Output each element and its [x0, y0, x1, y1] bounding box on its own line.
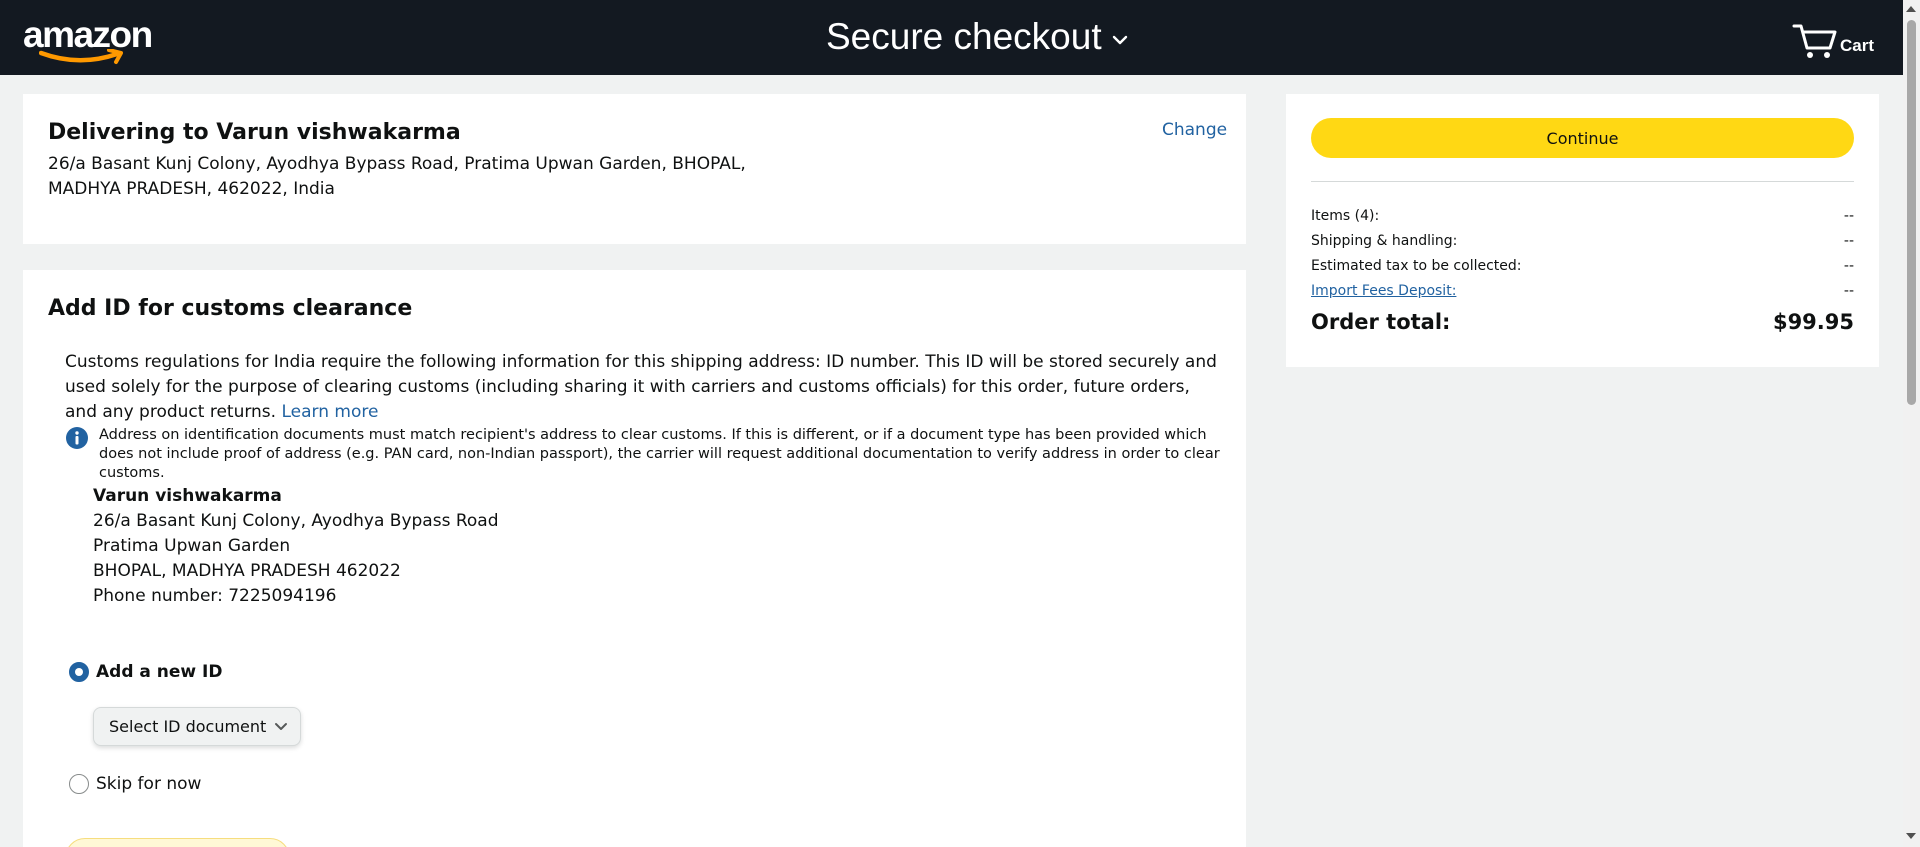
chevron-down-icon — [1112, 35, 1127, 45]
secure-checkout-dropdown[interactable]: Secure checkout — [826, 13, 1128, 61]
summary-divider — [1311, 181, 1854, 182]
summary-value: -- — [1843, 208, 1854, 224]
recipient-phone: Phone number: 7225094196 — [93, 586, 337, 606]
use-this-id-button[interactable] — [65, 838, 290, 847]
recipient-line3: BHOPAL, MADHYA PRADESH 462022 — [93, 561, 401, 581]
delivery-address: 26/a Basant Kunj Colony, Ayodhya Bypass … — [48, 154, 746, 199]
order-summary-card: Continue Items (4): -- Shipping & handli… — [1286, 94, 1879, 367]
cart-link[interactable]: Cart — [1792, 16, 1874, 60]
summary-label: Estimated tax to be collected: — [1311, 258, 1522, 274]
select-id-label: Select ID document — [109, 717, 267, 736]
select-id-document-dropdown[interactable]: Select ID document — [93, 707, 302, 746]
page-scrollbar[interactable] — [1903, 0, 1920, 847]
info-alert: Address on identification documents must… — [65, 426, 1225, 483]
customs-card: Add ID for customs clearance Customs reg… — [23, 270, 1246, 847]
chevron-down-icon — [275, 723, 288, 730]
learn-more-link[interactable]: Learn more — [281, 402, 378, 422]
summary-label: Items (4): — [1311, 208, 1380, 224]
cart-label: Cart — [1840, 36, 1875, 55]
order-total-row: Order total: $99.95 — [1311, 310, 1854, 334]
recipient-name: Varun vishwakarma — [93, 486, 282, 506]
summary-row-items: Items (4): -- — [1311, 208, 1854, 224]
summary-label: Shipping & handling: — [1311, 233, 1458, 249]
customs-title: Add ID for customs clearance — [48, 296, 413, 321]
add-new-id-radio[interactable] — [69, 662, 89, 682]
scroll-thumb[interactable] — [1907, 20, 1916, 405]
skip-for-now-option[interactable]: Skip for now — [69, 774, 201, 794]
info-text: Address on identification documents must… — [99, 427, 1220, 481]
add-new-id-label: Add a new ID — [96, 662, 223, 682]
amazon-logo[interactable]: amazon — [23, 16, 153, 64]
summary-row-tax: Estimated tax to be collected: -- — [1311, 258, 1854, 274]
delivery-title: Delivering to Varun vishwakarma — [48, 120, 461, 145]
recipient-line1: 26/a Basant Kunj Colony, Ayodhya Bypass … — [93, 511, 499, 531]
scroll-up-arrow-icon[interactable] — [1906, 6, 1916, 12]
customs-description-text: Customs regulations for India require th… — [65, 352, 1217, 422]
order-total-value: $99.95 — [1772, 310, 1854, 334]
scroll-down-arrow-icon[interactable] — [1906, 833, 1916, 839]
import-fees-link[interactable]: Import Fees Deposit: — [1311, 283, 1456, 299]
customs-description: Customs regulations for India require th… — [65, 350, 1225, 425]
recipient-address: Varun vishwakarma 26/a Basant Kunj Colon… — [93, 484, 499, 609]
skip-for-now-radio[interactable] — [69, 774, 89, 794]
summary-value: -- — [1843, 233, 1854, 249]
recipient-line2: Pratima Upwan Garden — [93, 536, 291, 556]
delivery-card: Delivering to Varun vishwakarma 26/a Bas… — [23, 94, 1246, 244]
change-address-link[interactable]: Change — [1162, 120, 1227, 140]
top-header: amazon Secure checkout Cart — [0, 0, 1920, 75]
summary-row-shipping: Shipping & handling: -- — [1311, 233, 1854, 249]
add-new-id-option[interactable]: Add a new ID — [69, 662, 223, 682]
info-icon — [66, 427, 88, 449]
summary-value: -- — [1843, 283, 1854, 299]
smile-icon — [39, 49, 123, 64]
order-total-label: Order total: — [1311, 310, 1451, 334]
summary-row-import-fees: Import Fees Deposit: -- — [1311, 283, 1854, 299]
header-title: Secure checkout — [826, 16, 1102, 57]
summary-value: -- — [1843, 258, 1854, 274]
skip-for-now-label: Skip for now — [96, 774, 202, 794]
continue-button[interactable]: Continue — [1311, 118, 1854, 158]
cart-icon — [1792, 24, 1837, 58]
